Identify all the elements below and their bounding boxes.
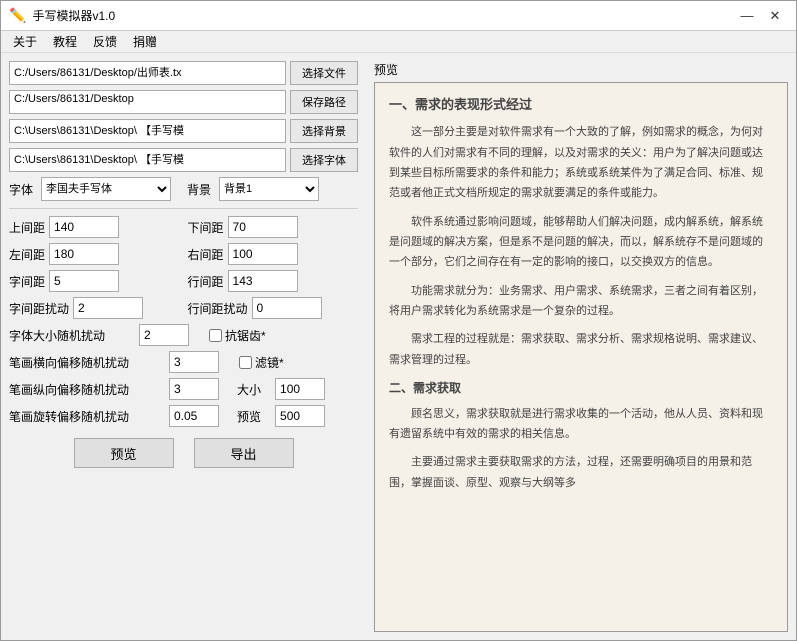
size-disturb-input[interactable]	[139, 324, 189, 346]
divider-1	[9, 208, 358, 209]
window-icon: ✏️	[9, 7, 26, 24]
size-input[interactable]	[275, 378, 325, 400]
stroke-h-input[interactable]	[169, 351, 219, 373]
lens-checkbox[interactable]	[239, 356, 252, 369]
menu-donate[interactable]: 捐赠	[125, 31, 165, 52]
select-file-button[interactable]: 选择文件	[290, 61, 358, 85]
disturb-row: 字间距扰动 行间距扰动	[9, 297, 358, 319]
char-spacing-input[interactable]	[49, 270, 119, 292]
close-button[interactable]: ✕	[762, 6, 788, 26]
line-disturb-input[interactable]	[252, 297, 322, 319]
right-panel: 预览 一、需求的表现形式经过 这一部分主要是对软件需求有一个大致的了解，例如需求…	[366, 53, 796, 640]
stroke-r-label: 笔画旋转偏移随机扰动	[9, 408, 159, 425]
select-font-button[interactable]: 选择字体	[290, 148, 358, 172]
right-margin-label: 右间距	[188, 246, 224, 263]
save-path-button[interactable]: 保存路径	[290, 90, 358, 114]
export-button[interactable]: 导出	[194, 438, 294, 468]
stroke-v-label: 笔画纵向偏移随机扰动	[9, 381, 159, 398]
left-margin-input[interactable]	[49, 243, 119, 265]
hw-para-5: 顾名思义，需求获取就是进行需求收集的一个活动，他从人员、资料和现有遗留系统中有效…	[389, 404, 773, 445]
font-file-input[interactable]: C:\Users\86131\Desktop\ 【手写模	[9, 148, 286, 172]
title-bar: ✏️ 手写模拟器v1.0 — ✕	[1, 1, 796, 31]
menu-about[interactable]: 关于	[5, 31, 45, 52]
right-margin-row: 右间距	[188, 243, 359, 265]
bottom-buttons: 预览 导出	[9, 432, 358, 474]
hw-section-2: 二、需求获取	[389, 378, 773, 400]
select-bg-button[interactable]: 选择背景	[290, 119, 358, 143]
hw-para-1: 这一部分主要是对软件需求有一个大致的了解，例如需求的概念，为何对软件的人们对需求…	[389, 122, 773, 203]
stroke-r-row: 笔画旋转偏移随机扰动 预览	[9, 405, 358, 427]
background-file-row: C:\Users\86131\Desktop\ 【手写模 选择背景	[9, 119, 358, 143]
content-area: C:/Users/86131/Desktop/出师表.tx 选择文件 C:/Us…	[1, 53, 796, 640]
char-spacing-row: 字间距	[9, 270, 180, 292]
main-window: ✏️ 手写模拟器v1.0 — ✕ 关于 教程 反馈 捐赠 C:/Users/86…	[0, 0, 797, 641]
hw-para-4: 需求工程的过程就是：需求获取、需求分析、需求规格说明、需求建议、需求管理的过程。	[389, 329, 773, 370]
anti-tooth-checkbox[interactable]	[209, 329, 222, 342]
preview-section-label: 预览	[374, 61, 788, 78]
title-bar-left: ✏️ 手写模拟器v1.0	[9, 7, 115, 24]
size-disturb-row: 字体大小随机扰动 抗锯齿*	[9, 324, 358, 346]
menu-bar: 关于 教程 反馈 捐赠	[1, 31, 796, 53]
line-spacing-row: 行间距	[188, 270, 359, 292]
stroke-h-row: 笔画横向偏移随机扰动 滤镜*	[9, 351, 358, 373]
bg-select-label: 背景	[187, 181, 211, 198]
line-spacing-input[interactable]	[228, 270, 298, 292]
line-disturb-row: 行间距扰动	[188, 297, 359, 319]
hw-para-2: 软件系统通过影响问题域，能够帮助人们解决问题，成内解系统，解系统是问题域的解决方…	[389, 212, 773, 273]
stroke-h-label: 笔画横向偏移随机扰动	[9, 354, 159, 371]
char-disturb-label: 字间距扰动	[9, 300, 69, 317]
top-margin-input[interactable]	[49, 216, 119, 238]
menu-tutorial[interactable]: 教程	[45, 31, 85, 52]
stroke-v-row: 笔画纵向偏移随机扰动 大小	[9, 378, 358, 400]
stroke-r-input[interactable]	[169, 405, 219, 427]
hw-title: 一、需求的表现形式经过	[389, 93, 773, 116]
char-spacing-label: 字间距	[9, 273, 45, 290]
font-file-row: C:\Users\86131\Desktop\ 【手写模 选择字体	[9, 148, 358, 172]
preview-area: 一、需求的表现形式经过 这一部分主要是对软件需求有一个大致的了解，例如需求的概念…	[374, 82, 788, 632]
stroke-v-input[interactable]	[169, 378, 219, 400]
handwriting-content: 一、需求的表现形式经过 这一部分主要是对软件需求有一个大致的了解，例如需求的概念…	[375, 83, 787, 511]
spacing-row: 字间距 行间距	[9, 270, 358, 292]
bottom-margin-row: 下间距	[188, 216, 359, 238]
window-title: 手写模拟器v1.0	[32, 7, 115, 24]
left-margin-row: 左间距	[9, 243, 180, 265]
font-label: 字体	[9, 181, 33, 198]
font-select[interactable]: 李国夫手写体	[41, 177, 171, 201]
minimize-button[interactable]: —	[734, 6, 760, 26]
bg-file-input[interactable]: C:\Users\86131\Desktop\ 【手写模	[9, 119, 286, 143]
hw-para-6: 主要通过需求主要获取需求的方法，过程，还需要明确项目的用景和范围，掌握面谈、原型…	[389, 452, 773, 493]
bg-select[interactable]: 背景1	[219, 177, 319, 201]
font-bg-row: 字体 李国夫手写体 背景 背景1	[9, 177, 358, 201]
save-path-row: C:/Users/86131/Desktop 保存路径	[9, 90, 358, 114]
source-file-input[interactable]: C:/Users/86131/Desktop/出师表.tx	[9, 61, 286, 85]
bottom-margin-input[interactable]	[228, 216, 298, 238]
menu-feedback[interactable]: 反馈	[85, 31, 125, 52]
margin-row-1: 上间距 下间距	[9, 216, 358, 238]
margin-row-2: 左间距 右间距	[9, 243, 358, 265]
top-margin-row: 上间距	[9, 216, 180, 238]
preview-button[interactable]: 预览	[74, 438, 174, 468]
left-panel: C:/Users/86131/Desktop/出师表.tx 选择文件 C:/Us…	[1, 53, 366, 640]
line-spacing-label: 行间距	[188, 273, 224, 290]
preview-image: 一、需求的表现形式经过 这一部分主要是对软件需求有一个大致的了解，例如需求的概念…	[375, 83, 787, 631]
size-disturb-label: 字体大小随机扰动	[9, 327, 129, 344]
char-disturb-row: 字间距扰动	[9, 297, 180, 319]
preview-count-input[interactable]	[275, 405, 325, 427]
title-bar-controls: — ✕	[734, 6, 788, 26]
anti-tooth-label: 抗锯齿*	[225, 327, 266, 344]
bottom-margin-label: 下间距	[188, 219, 224, 236]
preview-param-label: 预览	[237, 408, 261, 425]
hw-para-3: 功能需求就分为：业务需求、用户需求、系统需求，三者之间有着区别，将用户需求转化为…	[389, 281, 773, 322]
right-margin-input[interactable]	[228, 243, 298, 265]
line-disturb-label: 行间距扰动	[188, 300, 248, 317]
save-path-input[interactable]: C:/Users/86131/Desktop	[9, 90, 286, 114]
left-margin-label: 左间距	[9, 246, 45, 263]
source-file-row: C:/Users/86131/Desktop/出师表.tx 选择文件	[9, 61, 358, 85]
size-label: 大小	[237, 381, 261, 398]
lens-label: 滤镜*	[255, 354, 284, 371]
char-disturb-input[interactable]	[73, 297, 143, 319]
top-margin-label: 上间距	[9, 219, 45, 236]
